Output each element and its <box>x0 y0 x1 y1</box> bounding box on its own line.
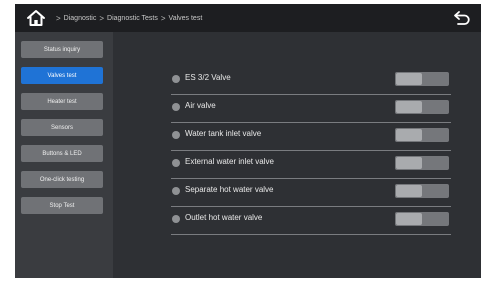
back-button[interactable] <box>451 8 473 28</box>
valve-row: Water tank inlet valve <box>171 123 451 151</box>
valve-label: Air valve <box>185 101 216 110</box>
status-dot-icon <box>172 131 180 139</box>
valve-row: Separate hot water valve <box>171 179 451 207</box>
breadcrumb-separator: > <box>99 13 105 23</box>
toggle-knob <box>396 129 422 141</box>
valve-label: ES 3/2 Valve <box>185 73 231 82</box>
sidebar-item-buttons-led[interactable]: Buttons & LED <box>21 145 103 162</box>
valve-row: Air valve <box>171 95 451 123</box>
status-dot-icon <box>172 103 180 111</box>
back-arrow-icon <box>454 11 470 25</box>
status-dot-icon <box>172 187 180 195</box>
valve-toggle[interactable] <box>395 72 449 86</box>
valve-label: Outlet hot water valve <box>185 213 263 222</box>
breadcrumb-item[interactable]: Diagnostic Tests <box>107 15 158 22</box>
valve-row: Outlet hot water valve <box>171 207 451 235</box>
sidebar-item-one-click-testing[interactable]: One-click testing <box>21 171 103 188</box>
status-dot-icon <box>172 215 180 223</box>
toggle-knob <box>396 157 422 169</box>
breadcrumb-current: Valves test <box>168 14 203 22</box>
sidebar-item-valves-test[interactable]: Valves test <box>21 67 103 84</box>
sidebar-item-sensors[interactable]: Sensors <box>21 119 103 136</box>
sidebar-item-stop-test[interactable]: Stop Test <box>21 197 103 214</box>
breadcrumb-item[interactable]: Diagnostic <box>64 15 97 22</box>
breadcrumb-separator: > <box>160 13 166 23</box>
sidebar: Status inquiry Valves test Heater test S… <box>15 32 113 278</box>
status-dot-icon <box>172 159 180 167</box>
toggle-knob <box>396 73 422 85</box>
valve-toggle[interactable] <box>395 184 449 198</box>
home-button[interactable] <box>23 5 49 31</box>
valve-label: External water inlet valve <box>185 157 274 166</box>
valve-toggle[interactable] <box>395 128 449 142</box>
breadcrumb: > Diagnostic > Diagnostic Tests > Valves… <box>53 14 202 23</box>
toggle-knob <box>396 213 422 225</box>
valve-toggle[interactable] <box>395 212 449 226</box>
sidebar-item-status-inquiry[interactable]: Status inquiry <box>21 41 103 58</box>
toggle-knob <box>396 101 422 113</box>
home-icon <box>27 10 45 26</box>
device-screen: > Diagnostic > Diagnostic Tests > Valves… <box>15 4 481 278</box>
valve-label: Separate hot water valve <box>185 185 274 194</box>
valve-row: ES 3/2 Valve <box>171 67 451 95</box>
toggle-knob <box>396 185 422 197</box>
valve-row: External water inlet valve <box>171 151 451 179</box>
status-dot-icon <box>172 75 180 83</box>
valves-panel: ES 3/2 Valve Air valve Water tank inlet … <box>113 32 481 278</box>
valve-label: Water tank inlet valve <box>185 129 262 138</box>
top-bar: > Diagnostic > Diagnostic Tests > Valves… <box>15 4 481 32</box>
sidebar-item-heater-test[interactable]: Heater test <box>21 93 103 110</box>
breadcrumb-separator: > <box>56 13 61 23</box>
valve-toggle[interactable] <box>395 100 449 114</box>
valve-toggle[interactable] <box>395 156 449 170</box>
